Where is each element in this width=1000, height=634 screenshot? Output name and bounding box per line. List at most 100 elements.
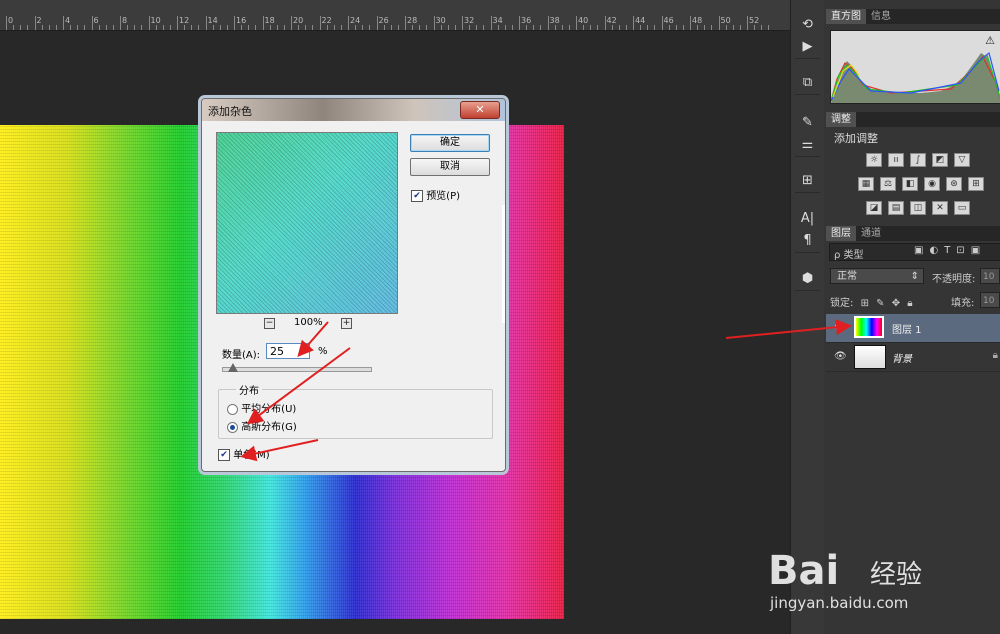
ruler-minor-tick xyxy=(412,25,414,30)
cancel-button[interactable]: 取消 xyxy=(410,158,490,176)
ruler-minor-tick xyxy=(184,25,186,30)
lock-position-icon[interactable]: ✥ xyxy=(892,298,900,309)
tab-histogram[interactable]: 直方图 xyxy=(826,9,866,24)
ruler-minor-tick xyxy=(162,25,164,30)
close-button[interactable]: ✕ xyxy=(460,101,500,119)
exposure-icon[interactable]: ◩ xyxy=(932,153,948,167)
amount-slider[interactable] xyxy=(222,367,372,372)
posterize-icon[interactable]: ▤ xyxy=(888,201,904,215)
filter-kind-select[interactable]: ρ 类型 xyxy=(834,246,864,261)
filter-type-icon[interactable]: T xyxy=(944,245,956,256)
layer-thumbnail xyxy=(854,316,884,338)
lock-image-icon[interactable]: ✎ xyxy=(876,298,884,309)
adjustment-row-1: ☼ ıı ∫ ◩ ▽ xyxy=(866,152,976,167)
ruler-minor-tick xyxy=(761,25,763,30)
fill-label: 填充: xyxy=(951,298,975,309)
ruler-minor-tick xyxy=(711,25,713,30)
clone-source-icon[interactable]: ⊞ xyxy=(795,170,820,192)
color-lookup-icon[interactable]: ⊞ xyxy=(968,177,984,191)
visibility-eye-icon[interactable]: 👁︎ xyxy=(834,351,847,362)
ruler-minor-tick xyxy=(127,25,129,30)
visibility-eye-icon[interactable]: 👁︎ xyxy=(834,322,847,333)
filter-shape-icon[interactable]: ⊡ xyxy=(956,245,970,256)
layer-filter-bar[interactable]: ρ 类型 ▣◐T⊡▣ xyxy=(829,243,1000,261)
monochrome-checkbox[interactable]: ✔ xyxy=(218,449,230,461)
black-white-icon[interactable]: ◧ xyxy=(902,177,918,191)
ruler-label: 30 xyxy=(435,16,446,25)
character-icon[interactable]: A| xyxy=(795,208,820,230)
threshold-icon[interactable]: ◫ xyxy=(910,201,926,215)
ruler-minor-tick xyxy=(725,25,727,30)
zoom-in-button[interactable]: + xyxy=(341,318,352,329)
preview-checkbox-row[interactable]: ✔ 预览(P) xyxy=(411,187,460,202)
ruler-minor-tick xyxy=(469,25,471,30)
layer-name[interactable]: 背景 xyxy=(892,350,912,365)
filter-adjustment-icon[interactable]: ◐ xyxy=(929,245,944,256)
hue-saturation-icon[interactable]: ▦ xyxy=(858,177,874,191)
gradient-map-icon[interactable]: ▭ xyxy=(954,201,970,215)
levels-icon[interactable]: ıı xyxy=(888,153,904,167)
preview-checkbox[interactable]: ✔ xyxy=(411,190,423,202)
amount-input[interactable]: 25 xyxy=(266,343,310,359)
ruler-label: 38 xyxy=(549,16,560,25)
ruler-minor-tick xyxy=(540,25,542,30)
invert-icon[interactable]: ◪ xyxy=(866,201,882,215)
tab-channels[interactable]: 通道 xyxy=(856,226,886,241)
brushes-icon[interactable]: ✎ xyxy=(795,112,820,134)
curves-icon[interactable]: ∫ xyxy=(910,153,926,167)
histogram-tabs: 直方图 信息 xyxy=(826,9,1000,24)
ruler-minor-tick xyxy=(48,25,50,30)
opacity-input[interactable]: 10 xyxy=(980,268,1000,284)
3d-box-icon[interactable]: ⬢ xyxy=(795,268,820,290)
zoom-out-button[interactable]: − xyxy=(264,318,275,329)
ruler-minor-tick xyxy=(640,25,642,30)
3d-object-group: ⬢ xyxy=(795,268,820,291)
layer-row-background[interactable]: 👁︎ 背景 🔒︎ xyxy=(826,343,1000,372)
ruler-minor-tick xyxy=(276,25,278,30)
ruler-minor-tick xyxy=(191,25,193,30)
ruler-major-tick xyxy=(462,16,463,30)
photo-filter-icon[interactable]: ◉ xyxy=(924,177,940,191)
gaussian-radio[interactable] xyxy=(227,421,238,433)
tab-layers[interactable]: 图层 xyxy=(826,226,856,241)
ruler-major-tick xyxy=(262,16,264,30)
monochrome-row[interactable]: ✔ 单色(M) xyxy=(218,446,270,461)
ruler-minor-tick xyxy=(583,25,585,30)
ok-button[interactable]: 确定 xyxy=(410,134,490,152)
color-balance-icon[interactable]: ⚖ xyxy=(880,177,896,191)
blend-mode-select[interactable]: 正常 ⇕ xyxy=(830,268,924,284)
noise-preview[interactable] xyxy=(216,132,398,314)
channel-mixer-icon[interactable]: ⊛ xyxy=(946,177,962,191)
gaussian-option[interactable]: 高斯分布(G) xyxy=(227,418,297,433)
ruler-minor-tick xyxy=(497,25,499,30)
amount-slider-thumb[interactable] xyxy=(228,363,238,372)
actions-play-icon[interactable]: ▶ xyxy=(795,36,820,58)
paragraph-icon[interactable]: ¶ xyxy=(795,230,820,252)
selective-color-icon[interactable]: ✕ xyxy=(932,201,948,215)
tab-info[interactable]: 信息 xyxy=(866,9,896,24)
filter-icons[interactable]: ▣◐T⊡▣ xyxy=(914,245,986,256)
brush-presets-icon[interactable]: ⚌ xyxy=(795,134,820,156)
ruler-label: 36 xyxy=(521,16,532,25)
tab-adjustments[interactable]: 调整 xyxy=(826,112,856,127)
filter-pixel-icon[interactable]: ▣ xyxy=(914,245,929,256)
ruler-minor-tick xyxy=(682,25,684,30)
layer-name[interactable]: 图层 1 xyxy=(892,321,922,336)
cube-icon[interactable]: ⧉ xyxy=(795,72,820,94)
ruler-label: 40 xyxy=(578,16,589,25)
lock-transparent-icon[interactable]: ⊞ xyxy=(861,298,869,309)
fill-input[interactable]: 10 xyxy=(980,292,1000,308)
brightness-contrast-icon[interactable]: ☼ xyxy=(866,153,882,167)
vibrance-icon[interactable]: ▽ xyxy=(954,153,970,167)
layer-row-layer1[interactable]: 👁︎ 图层 1 xyxy=(826,314,1000,343)
dialog-titlebar[interactable]: 添加杂色 ✕ xyxy=(202,99,505,121)
uniform-radio[interactable] xyxy=(227,403,238,415)
lock-row: 锁定: ⊞ ✎ ✥ 🔒︎ xyxy=(830,294,913,309)
ruler-minor-tick xyxy=(41,25,43,30)
ruler-major-tick xyxy=(490,16,492,30)
cache-warning-icon[interactable]: ⚠ xyxy=(985,34,995,47)
uniform-option[interactable]: 平均分布(U) xyxy=(227,400,296,415)
lock-all-icon[interactable]: 🔒︎ xyxy=(907,298,912,309)
history-icon[interactable]: ⟲ xyxy=(795,14,820,36)
filter-smart-icon[interactable]: ▣ xyxy=(971,245,986,256)
